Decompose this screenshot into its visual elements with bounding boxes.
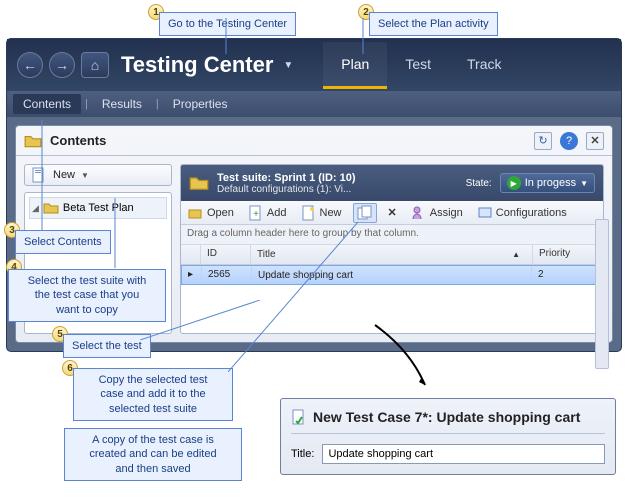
add-button[interactable]: + Add — [245, 204, 290, 222]
row-priority: 2 — [532, 266, 602, 284]
subtab-contents[interactable]: Contents — [13, 94, 81, 114]
state-dropdown[interactable]: ▶ In progess ▼ — [500, 173, 595, 193]
subtab-properties[interactable]: Properties — [163, 94, 238, 114]
test-case-detail-panel: New Test Case 7*: Update shopping cart T… — [280, 398, 616, 475]
grid-header-drag — [181, 245, 201, 264]
testcase-icon — [291, 409, 307, 425]
vertical-scrollbar[interactable] — [595, 219, 609, 369]
play-icon: ▶ — [507, 176, 521, 190]
new-icon — [301, 205, 317, 221]
connector-line — [225, 18, 227, 54]
open-button[interactable]: Open — [185, 204, 237, 222]
copy-button[interactable] — [353, 203, 377, 223]
delete-button[interactable]: ✕ — [385, 205, 400, 220]
refresh-button[interactable]: ↻ — [534, 132, 552, 150]
suite-icon — [189, 173, 209, 193]
callout-7: A copy of the test case is created and c… — [64, 428, 242, 481]
titlebar: ← → ⌂ Testing Center ▼ Plan Test Track — [7, 39, 621, 91]
tab-track[interactable]: Track — [449, 42, 519, 89]
forward-button[interactable]: → — [49, 52, 75, 78]
callout-6: Copy the selected test case and add it t… — [73, 368, 233, 421]
callout-2: Select the Plan activity — [369, 12, 498, 36]
detail-title-row: Title: — [291, 444, 605, 464]
grid-header-priority[interactable]: Priority — [533, 245, 603, 264]
caret-down-icon: ▼ — [81, 171, 89, 180]
separator: | — [85, 98, 88, 110]
sub-tabs: Contents | Results | Properties — [7, 91, 621, 117]
app-title-dropdown[interactable]: Testing Center ▼ — [115, 52, 299, 78]
back-button[interactable]: ← — [17, 52, 43, 78]
connector-line — [228, 222, 358, 372]
row-handle[interactable]: ▸ — [182, 266, 202, 284]
main-tabs: Plan Test Track — [323, 42, 519, 89]
new-label: New — [320, 207, 342, 219]
connector-line — [34, 120, 54, 230]
close-button[interactable]: ✕ — [586, 132, 604, 150]
tab-test[interactable]: Test — [387, 42, 449, 89]
state-label: State: — [466, 178, 492, 189]
delete-icon: ✕ — [388, 206, 397, 219]
app-title-text: Testing Center — [121, 52, 273, 78]
tab-plan[interactable]: Plan — [323, 42, 387, 89]
detail-title-label: Title: — [291, 448, 314, 460]
callout-1: Go to the Testing Center — [159, 12, 296, 36]
suite-subtitle: Default configurations (1): Vi... — [217, 184, 458, 195]
add-icon: + — [248, 205, 264, 221]
connector-line — [362, 18, 364, 54]
home-button[interactable]: ⌂ — [81, 52, 109, 78]
detail-heading-text: New Test Case 7*: Update shopping cart — [313, 409, 580, 425]
config-label: Configurations — [496, 207, 567, 219]
state-value: In progess — [525, 177, 576, 189]
sort-asc-icon: ▲ — [512, 250, 520, 259]
assign-icon — [411, 205, 427, 221]
curved-arrow-icon — [370, 320, 450, 400]
help-button[interactable]: ? — [560, 132, 578, 150]
new-label: New — [53, 169, 75, 181]
connector-line — [100, 198, 130, 268]
new-testcase-button[interactable]: New — [298, 204, 345, 222]
separator: | — [156, 98, 159, 110]
suite-title: Test suite: Sprint 1 (ID: 10) — [217, 172, 458, 184]
copy-icon — [357, 205, 373, 221]
panel-title: Contents — [50, 133, 106, 148]
callout-5: Select the test — [63, 334, 151, 358]
caret-down-icon: ▼ — [283, 60, 293, 71]
svg-text:+: + — [253, 209, 259, 220]
add-label: Add — [267, 207, 287, 219]
detail-title-input[interactable] — [322, 444, 605, 464]
configurations-button[interactable]: Configurations — [474, 204, 570, 222]
suite-header: Test suite: Sprint 1 (ID: 10) Default co… — [181, 165, 603, 201]
panel-header: Contents ↻ ? ✕ — [16, 126, 612, 156]
subtab-results[interactable]: Results — [92, 94, 152, 114]
callout-3: Select Contents — [15, 230, 111, 254]
assign-button[interactable]: Assign — [408, 204, 466, 222]
caret-down-icon: ▼ — [580, 179, 588, 188]
config-icon — [477, 205, 493, 221]
assign-label: Assign — [430, 207, 463, 219]
open-icon — [188, 205, 204, 221]
detail-heading: New Test Case 7*: Update shopping cart — [291, 409, 605, 434]
open-label: Open — [207, 207, 234, 219]
